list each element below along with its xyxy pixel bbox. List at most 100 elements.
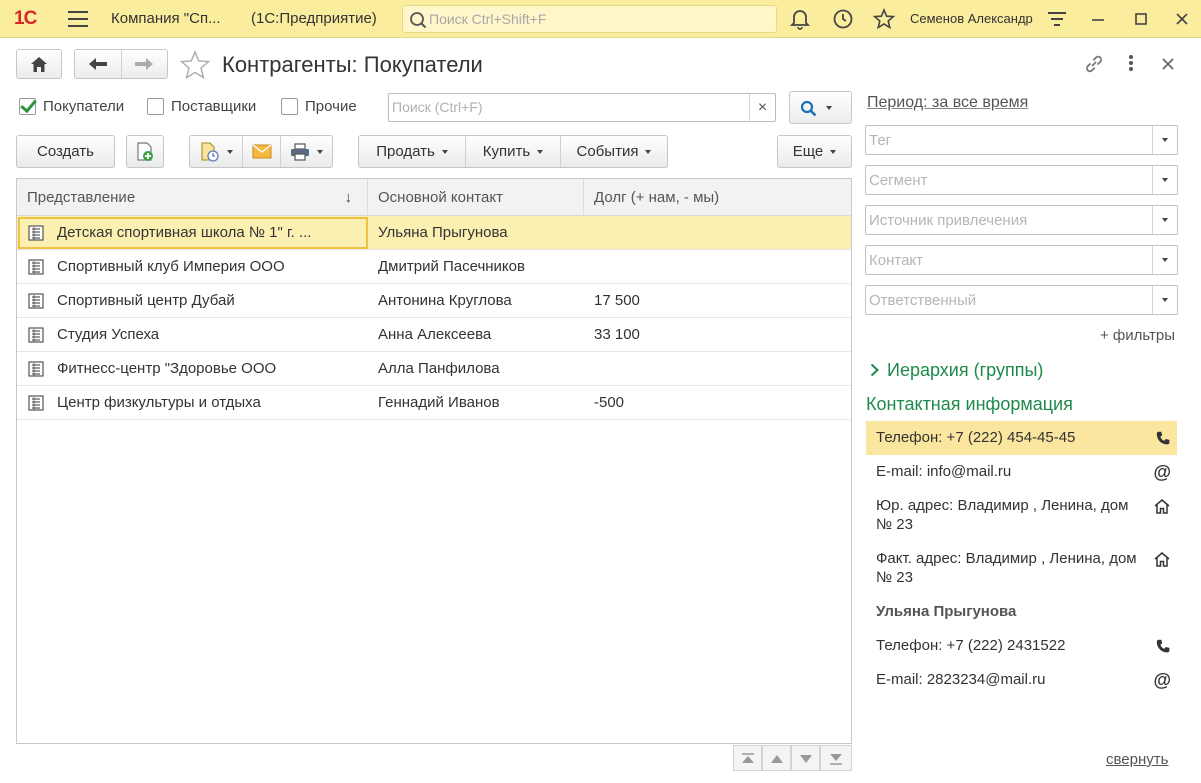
dropdown-button[interactable] [1152, 246, 1177, 274]
segment-placeholder: Сегмент [869, 172, 928, 189]
building-icon [28, 259, 44, 275]
more-button[interactable]: Еще [777, 135, 852, 168]
buyers-label: Покупатели [43, 98, 125, 115]
events-label: События [576, 143, 639, 160]
user-name[interactable]: Семенов Александр [910, 11, 1033, 26]
dropdown-button[interactable] [1152, 286, 1177, 314]
scroll-up-icon [771, 755, 783, 763]
cell-debt [594, 250, 844, 284]
suppliers-checkbox[interactable]: Поставщики [147, 98, 256, 115]
favorite-star-icon[interactable] [179, 50, 211, 80]
sell-button[interactable]: Продать [359, 136, 466, 167]
global-search-input[interactable]: Поиск Ctrl+Shift+F [402, 5, 777, 33]
bell-icon[interactable] [790, 8, 810, 30]
table-row[interactable]: Фитнесс-центр "Здоровье ООО Алла Панфилов… [17, 352, 851, 386]
favorites-star-icon[interactable] [873, 8, 895, 30]
scroll-down-button[interactable] [791, 745, 820, 771]
person-email-item[interactable]: E-mail: 2823234@mail.ru @ [866, 663, 1177, 697]
collapse-link[interactable]: свернуть [1106, 751, 1168, 768]
report-button[interactable] [190, 136, 243, 167]
arrow-right-icon [135, 58, 153, 70]
at-sign-icon[interactable]: @ [1153, 663, 1171, 697]
contact-legal-address-item[interactable]: Юр. адрес: Владимир , Ленина, дом № 23 [866, 496, 1177, 538]
column-header-name[interactable]: Представление ↓ [17, 179, 368, 216]
contact-field[interactable]: Контакт [865, 245, 1178, 275]
contact-phone-item[interactable]: Телефон: +7 (222) 454-45-45 [866, 421, 1177, 455]
clear-search-button[interactable]: × [749, 94, 775, 121]
column-header-name-label: Представление [27, 189, 136, 206]
dropdown-button[interactable] [1152, 206, 1177, 234]
phone-icon[interactable] [1155, 638, 1171, 654]
responsible-field[interactable]: Ответственный [865, 285, 1178, 315]
list-search-input[interactable]: Поиск (Ctrl+F) × [388, 93, 776, 122]
buy-button[interactable]: Купить [466, 136, 561, 167]
sell-label: Продать [376, 143, 435, 160]
contact-email-item[interactable]: E-mail: info@mail.ru @ [866, 455, 1177, 489]
send-email-button[interactable] [243, 136, 281, 167]
scroll-bottom-button[interactable] [820, 745, 852, 771]
global-search-placeholder: Поиск Ctrl+Shift+F [429, 11, 547, 27]
checkbox-unchecked [147, 98, 164, 115]
cell-name: Спортивный центр Дубай [57, 292, 235, 309]
table-row[interactable]: Студия Успеха Анна Алексеева 33 100 [17, 318, 851, 352]
buyers-checkbox[interactable]: Покупатели [19, 98, 124, 115]
cell-debt: 17 500 [594, 292, 640, 309]
events-button[interactable]: События [561, 136, 667, 167]
house-icon[interactable] [1153, 551, 1171, 567]
table-row[interactable]: Центр физкультуры и отдыха Геннадий Ивано… [17, 386, 851, 420]
suppliers-label: Поставщики [171, 98, 257, 115]
person-phone-item[interactable]: Телефон: +7 (222) 2431522 [866, 629, 1177, 663]
cell-debt: 33 100 [594, 326, 640, 343]
dropdown-button[interactable] [1152, 166, 1177, 194]
search-icon [800, 100, 817, 117]
dropdown-caret-icon [317, 149, 323, 154]
close-form-icon[interactable] [1161, 57, 1175, 71]
scroll-down-icon [800, 755, 812, 763]
scroll-up-button[interactable] [762, 745, 791, 771]
column-header-contact[interactable]: Основной контакт [368, 179, 584, 216]
close-window-icon[interactable] [1169, 6, 1195, 32]
create-button[interactable]: Создать [16, 135, 115, 168]
search-button[interactable] [789, 91, 852, 124]
back-button[interactable] [75, 50, 122, 78]
others-checkbox[interactable]: Прочие [281, 98, 357, 115]
app-logo[interactable]: 1С [14, 8, 37, 30]
hierarchy-toggle[interactable]: Иерархия (группы) [870, 360, 1043, 381]
source-field[interactable]: Источник привлечения [865, 205, 1178, 235]
history-icon[interactable] [832, 8, 854, 30]
settings-lines-icon[interactable] [1047, 11, 1067, 27]
cell-contact: Геннадий Иванов [378, 394, 500, 411]
home-button[interactable] [16, 49, 62, 79]
maximize-icon[interactable] [1128, 6, 1154, 32]
table-row[interactable]: Спортивный центр Дубай Антонина Круглова 1… [17, 284, 851, 318]
scroll-bottom-icon [830, 754, 842, 765]
minimize-icon[interactable] [1085, 6, 1111, 32]
contact-fact-address-item[interactable]: Факт. адрес: Владимир , Ленина, дом № 23 [866, 549, 1177, 591]
tag-field[interactable]: Тег [865, 125, 1178, 155]
building-icon [28, 293, 44, 309]
person-email-text: E-mail: 2823234@mail.ru [876, 671, 1046, 688]
table-row[interactable]: Спортивный клуб Империя ООО Дмитрий Пасеч… [17, 250, 851, 284]
more-vertical-icon[interactable] [1126, 54, 1136, 74]
house-icon[interactable] [1153, 498, 1171, 514]
legal-address-text: Юр. адрес: Владимир , Ленина, дом № 23 [876, 497, 1129, 533]
scroll-top-button[interactable] [733, 745, 762, 771]
link-icon[interactable] [1083, 54, 1105, 74]
dropdown-button[interactable] [1152, 126, 1177, 154]
scroll-top-icon [742, 753, 754, 763]
at-sign-icon[interactable]: @ [1153, 455, 1171, 489]
dropdown-caret-icon [830, 149, 837, 154]
cell-name: Студия Успеха [57, 326, 160, 343]
period-link[interactable]: Период: за все время [867, 94, 1028, 112]
column-header-debt[interactable]: Долг (+ нам, - мы) [584, 179, 851, 216]
building-icon [28, 395, 44, 411]
printer-icon [291, 142, 309, 161]
more-filters-link[interactable]: + фильтры [1100, 327, 1175, 344]
print-button[interactable] [281, 136, 332, 167]
create-group-button[interactable] [126, 135, 164, 168]
menu-icon[interactable] [68, 11, 88, 27]
segment-field[interactable]: Сегмент [865, 165, 1178, 195]
forward-button[interactable] [122, 50, 167, 78]
phone-icon[interactable] [1155, 430, 1171, 446]
table-row[interactable]: Детская спортивная школа № 1" г. ... Улья… [17, 216, 851, 250]
